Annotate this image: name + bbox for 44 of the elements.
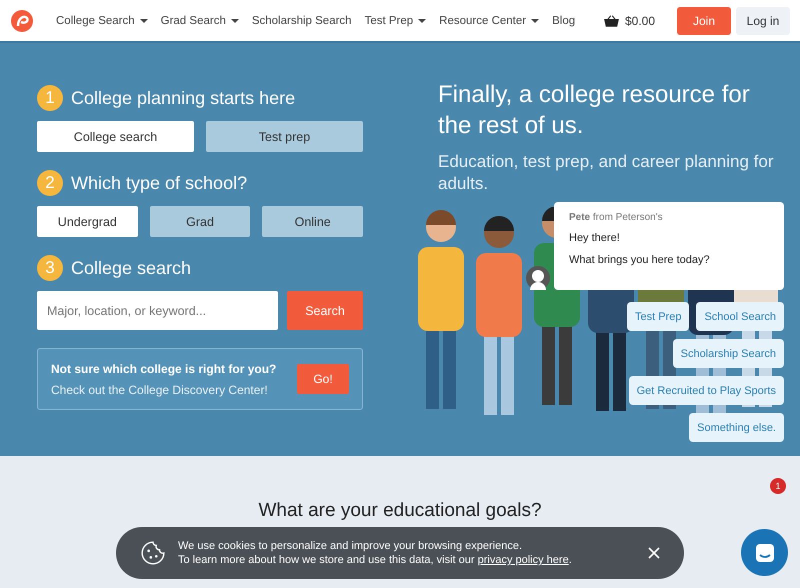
quick-reply-button[interactable]: School Search (696, 302, 784, 331)
step-number: 3 (37, 255, 63, 281)
hero-headline: Finally, a college resource for the rest of us. (438, 80, 751, 141)
option-button[interactable]: College search (37, 121, 194, 152)
nav-menu-item[interactable]: College Search (56, 14, 148, 26)
nav-menu-item[interactable]: Grad Search (160, 14, 239, 26)
search-field[interactable]: Major, location, or keyword... (37, 291, 278, 330)
avatar-icon (526, 266, 550, 290)
cookie-icon (140, 540, 166, 566)
step-number: 1 (37, 85, 63, 111)
quick-reply-button[interactable]: Get Recruited to Play Sports (628, 376, 784, 405)
cookie-text-end: . (568, 554, 572, 566)
quick-reply-button[interactable]: Something else. (689, 413, 784, 442)
privacy-policy-link[interactable]: privacy policy here (478, 554, 569, 566)
cart-total: $0.00 (624, 14, 655, 28)
discovery-text: Check out the College Discovery Center! (51, 382, 269, 396)
chat-launcher-button[interactable] (741, 529, 788, 576)
option-button[interactable]: Test prep (206, 121, 363, 152)
step-title: College search (71, 258, 192, 278)
notification-badge: 1 (770, 478, 786, 494)
discovery-title: Not sure which college is right for you? (51, 362, 278, 376)
nav-menu-item[interactable]: Test Prep (364, 14, 426, 26)
nav-menu-item[interactable]: Resource Center (439, 14, 540, 26)
cookie-text: To learn more about how we store and use this data, visit our (178, 554, 476, 566)
option-button[interactable]: Undergrad (37, 206, 138, 237)
step-number: 2 (37, 170, 63, 196)
option-button[interactable]: Online (262, 206, 364, 237)
quick-reply-button[interactable]: Scholarship Search (672, 339, 784, 368)
chat-sender: Pete from Peterson's (569, 212, 664, 223)
logo-icon[interactable] (10, 8, 34, 32)
basket-icon[interactable] (604, 14, 619, 26)
step-title: Which type of school? (71, 172, 248, 194)
nav-menu-item[interactable]: Scholarship Search (252, 14, 352, 26)
chat-message: Hey there! (569, 232, 621, 244)
option-button[interactable]: Grad (150, 206, 250, 237)
hero-subheadline: Education, test prep, and career planning for adults. (438, 151, 774, 195)
chat-message: What brings you here today? (569, 254, 711, 266)
close-icon[interactable] (648, 547, 660, 559)
step-title: College planning starts here (71, 88, 296, 108)
section-heading: What are your educational goals? (257, 500, 543, 522)
login-button[interactable]: Log in (736, 6, 790, 34)
cookie-text: We use cookies to personalize and improve your browsing experience. (178, 539, 524, 553)
quick-reply-button[interactable]: Test Prep (626, 302, 690, 331)
nav-menu-item[interactable]: Blog (552, 14, 576, 26)
